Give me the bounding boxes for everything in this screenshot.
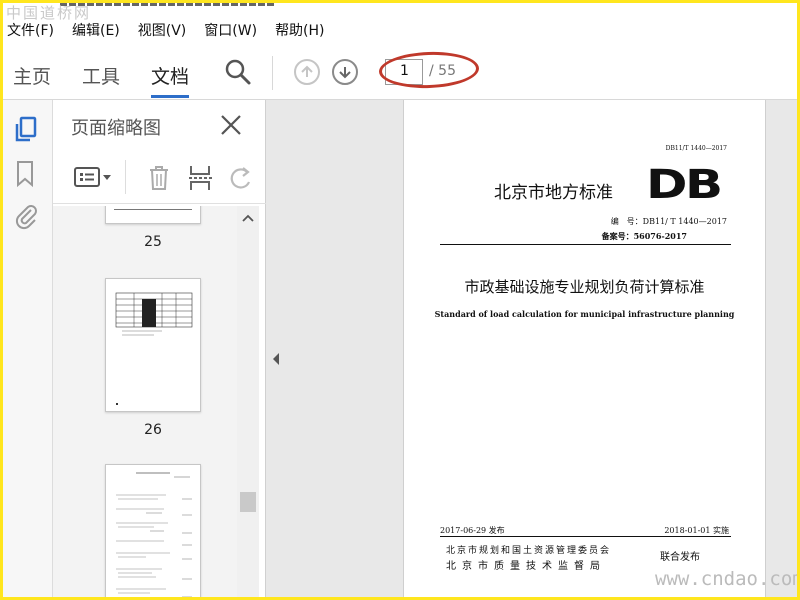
filing-number: 备案号：56076-2017 [601, 231, 687, 241]
page-thumbnail[interactable] [105, 206, 201, 224]
extract-page-icon[interactable] [188, 164, 214, 196]
menu-help[interactable]: 帮助(H) [275, 20, 324, 40]
thumbnail-scrollbar[interactable] [237, 206, 259, 597]
thumbnail-toolbar [53, 152, 266, 204]
standard-number: 编 号：DB11/ T 1440—2017 [610, 217, 727, 226]
bookmark-icon[interactable] [15, 160, 35, 192]
tab-document[interactable]: 文档 [151, 62, 190, 98]
standard-code-header: DB11/T 1440—2017 [665, 145, 727, 152]
thumbnail-label: 26 [144, 422, 162, 438]
toolbar-separator [272, 56, 273, 90]
issue-date: 2017-06-29 发布 [440, 526, 505, 535]
thumbnail-list[interactable]: 25 26 [53, 206, 237, 597]
page-preview [115, 292, 193, 405]
options-menu-icon[interactable] [73, 166, 113, 194]
issuer-1: 北京市规划和国土资源管理委员会 [446, 546, 612, 556]
rotate-icon[interactable] [229, 164, 253, 196]
pages-icon[interactable] [13, 116, 39, 148]
search-icon[interactable] [224, 58, 252, 90]
delete-icon[interactable] [147, 164, 171, 196]
implement-date: 2018-01-01 实施 [664, 526, 729, 535]
scroll-up-icon[interactable] [242, 214, 254, 222]
menu-window[interactable]: 窗口(W) [204, 20, 257, 40]
thumbnail-pane: 页面缩略图 25 26 [53, 100, 266, 597]
document-page: DB11/T 1440—2017 北京市地方标准 DB 编 号：DB11/ T … [403, 100, 766, 597]
menu-edit[interactable]: 编辑(E) [72, 20, 120, 40]
header-rule [440, 244, 731, 245]
tool-separator [125, 160, 126, 194]
menu-file[interactable]: 文件(F) [7, 20, 54, 40]
document-view[interactable]: DB11/T 1440—2017 北京市地方标准 DB 编 号：DB11/ T … [266, 100, 797, 597]
page-thumbnail[interactable] [105, 464, 201, 597]
watermark-top: 中国道桥网 [6, 4, 92, 22]
page-thumbnail[interactable] [105, 278, 201, 412]
tab-tools[interactable]: 工具 [82, 62, 120, 89]
scrollbar-thumb[interactable] [240, 492, 256, 512]
menu-bar: 文件(F) 编辑(E) 视图(V) 窗口(W) 帮助(H) [3, 18, 797, 42]
toolbar: 主页 工具 文档 1 / 55 [3, 44, 797, 100]
collapse-pane-icon[interactable] [271, 352, 281, 366]
issuer-2: 北京市质量技术监督局 [446, 561, 606, 572]
standard-type: 北京市地方标准 [494, 183, 613, 203]
prev-page-button[interactable] [294, 59, 320, 85]
document-title-en: Standard of load calculation for municip… [434, 309, 735, 319]
next-page-button[interactable] [332, 59, 358, 85]
thumbnail-label: 25 [144, 234, 162, 250]
footer-rule [440, 536, 731, 537]
page-preview [116, 472, 192, 597]
watermark-bottom: www.cndao.com [655, 568, 800, 590]
tab-home[interactable]: 主页 [13, 62, 51, 89]
arrow-down-icon [339, 67, 351, 79]
db-logo: DB [646, 162, 723, 208]
arrow-up-icon [301, 65, 313, 77]
pane-title: 页面缩略图 [71, 118, 161, 139]
title-bar-fragment [60, 0, 275, 6]
joint-release: 联合发布 [660, 552, 700, 563]
close-icon[interactable] [219, 113, 243, 141]
document-title: 市政基础设施专业规划负荷计算标准 [464, 278, 705, 296]
highlight-annotation [378, 50, 480, 90]
menu-view[interactable]: 视图(V) [138, 20, 187, 40]
attachment-icon[interactable] [13, 202, 39, 234]
navigation-rail [3, 100, 53, 597]
